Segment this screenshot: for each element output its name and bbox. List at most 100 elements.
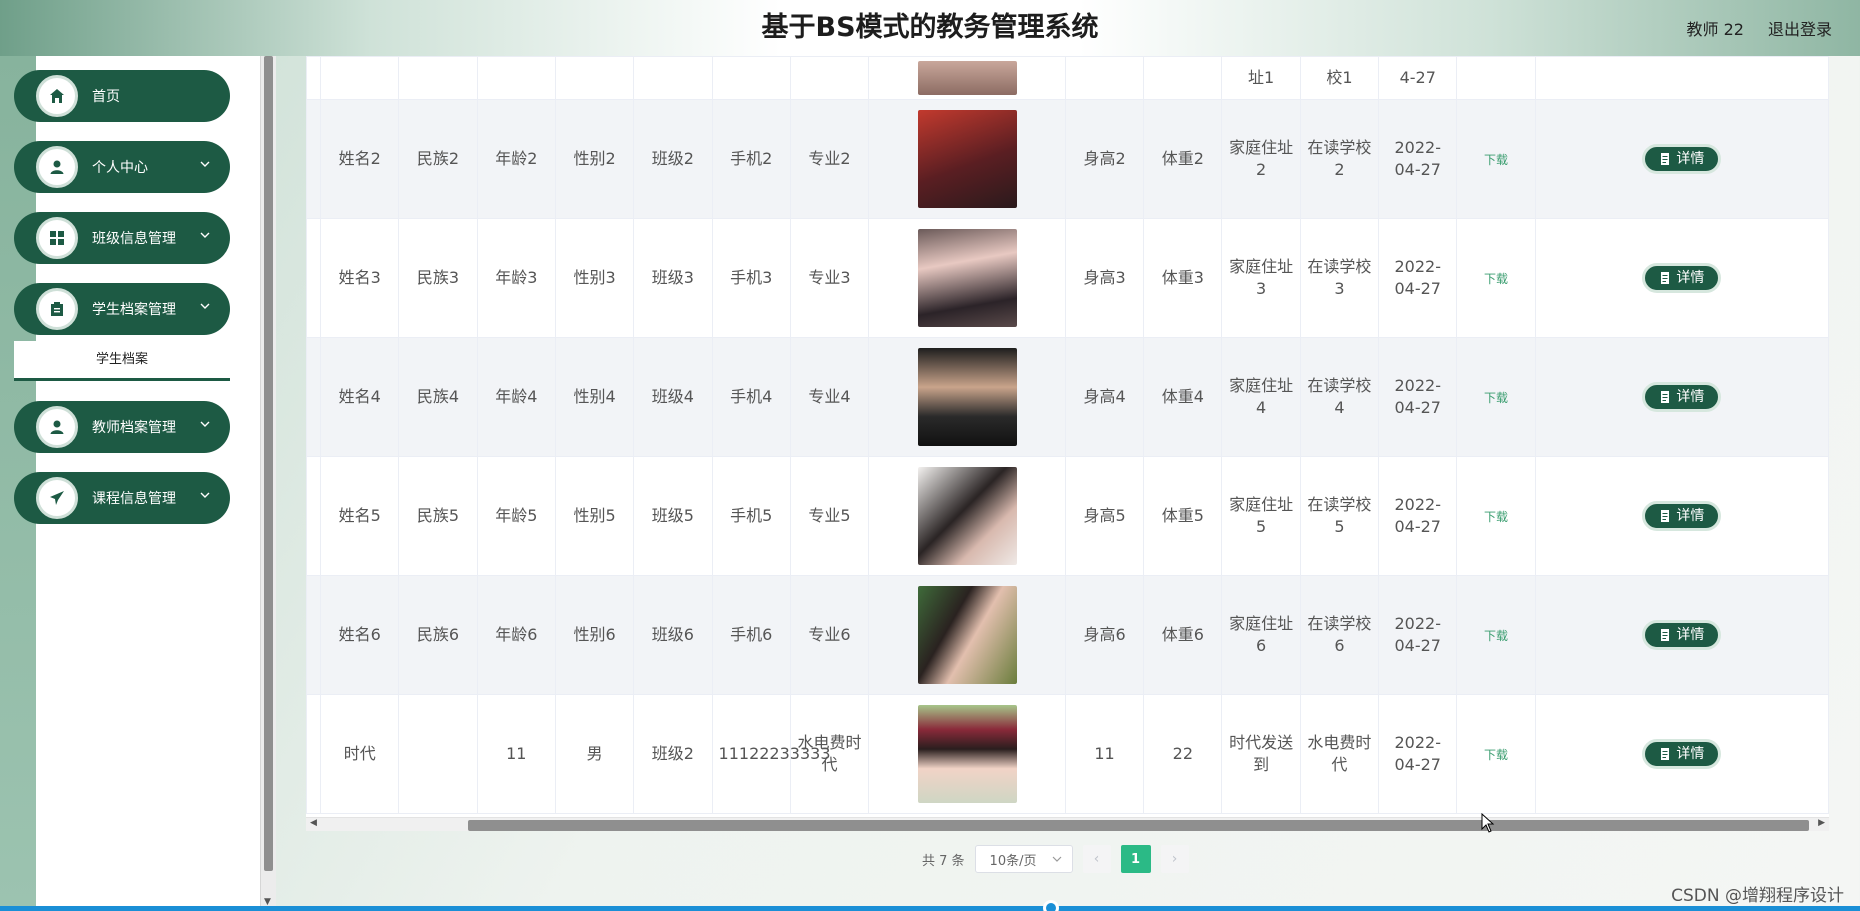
height-cell: 身高6	[1064, 575, 1145, 695]
student-photo	[917, 61, 1017, 95]
student-table: 址1 校1 4-27 姓名2 民族2 年龄2 性别2 班级2 手机2 专业2 身…	[306, 56, 1829, 820]
sidebar-item-class-info[interactable]: 班级信息管理	[14, 212, 230, 264]
detail-button[interactable]: 详情	[1642, 739, 1722, 769]
date-cell: 4-27	[1378, 56, 1458, 100]
gender-cell: 性别2	[554, 99, 635, 219]
phone-cell: 11122233333	[711, 694, 831, 814]
download-link[interactable]: 下载	[1484, 510, 1508, 524]
major-cell: 专业6	[789, 575, 870, 695]
gender-cell: 男	[554, 694, 635, 814]
download-link[interactable]: 下载	[1484, 391, 1508, 405]
phone-cell: 手机4	[711, 337, 791, 457]
document-icon	[1661, 272, 1670, 284]
table-horizontal-scrollbar[interactable]: ◀ ▶	[306, 817, 1829, 831]
phone-cell: 手机5	[711, 456, 791, 576]
chevron-down-icon	[200, 421, 210, 427]
name-cell: 姓名5	[320, 456, 400, 576]
sidebar-subitem-student-records[interactable]: 学生档案	[14, 341, 230, 381]
sidebar-item-teacher-records[interactable]: 教师档案管理	[14, 401, 230, 453]
phone-cell: 手机3	[711, 218, 791, 338]
school-cell: 水电费时代	[1299, 694, 1380, 814]
student-photo	[917, 110, 1017, 208]
school-cell: 在读学校2	[1299, 99, 1380, 219]
download-link[interactable]: 下载	[1484, 629, 1508, 643]
age-cell: 年龄6	[476, 575, 556, 695]
detail-button-label: 详情	[1676, 746, 1705, 762]
school-cell: 校1	[1299, 56, 1380, 100]
person-icon	[36, 406, 78, 448]
gender-cell: 性别6	[554, 575, 635, 695]
sidebar-item-student-records[interactable]: 学生档案管理	[14, 283, 230, 335]
student-photo	[917, 705, 1017, 803]
page-size-select[interactable]: 10条/页	[974, 845, 1073, 873]
ethnic-cell: 民族3	[398, 218, 478, 338]
next-page-button[interactable]: ›	[1160, 845, 1189, 873]
chevron-down-icon	[200, 161, 210, 167]
detail-button[interactable]: 详情	[1642, 620, 1722, 650]
class-cell: 班级4	[633, 337, 713, 457]
date-cell: 2022-04-27	[1378, 694, 1458, 814]
table-scroll-thumb[interactable]	[468, 820, 1809, 831]
home-icon	[36, 75, 78, 117]
detail-button[interactable]: 详情	[1642, 263, 1722, 293]
class-cell: 班级2	[633, 694, 713, 814]
ethnic-cell: 民族6	[398, 575, 478, 695]
sidebar-scrollbar[interactable]: ▼	[260, 56, 276, 911]
page-number-current[interactable]: 1	[1120, 845, 1151, 873]
school-cell: 在读学校3	[1299, 218, 1380, 338]
scroll-right-icon[interactable]: ▶	[1818, 818, 1825, 828]
detail-button-label: 详情	[1676, 508, 1705, 524]
ethnic-cell	[398, 694, 478, 814]
sidebar-item-personal-center[interactable]: 个人中心	[14, 141, 230, 193]
detail-button-label: 详情	[1676, 151, 1705, 167]
student-photo	[917, 229, 1017, 327]
chevron-down-icon	[200, 303, 210, 309]
page-size-value: 10条/页	[989, 853, 1037, 869]
ethnic-cell: 民族5	[398, 456, 478, 576]
class-cell: 班级5	[633, 456, 713, 576]
table-row: 姓名3 民族3 年龄3 性别3 班级3 手机3 专业3 身高3 体重3 家庭住址…	[306, 218, 1829, 338]
date-cell: 2022-04-27	[1378, 456, 1458, 576]
detail-button[interactable]: 详情	[1642, 501, 1722, 531]
sidebar-item-course-info[interactable]: 课程信息管理	[14, 472, 230, 524]
weight-cell: 体重4	[1143, 337, 1223, 457]
clipboard-icon	[36, 288, 78, 330]
sidebar-item-label: 课程信息管理	[92, 491, 176, 507]
table-row: 时代 11 男 班级2 11122233333 水电费时代 11 22 时代发送…	[306, 694, 1829, 814]
class-cell: 班级6	[633, 575, 713, 695]
download-link[interactable]: 下载	[1484, 748, 1508, 762]
detail-button[interactable]: 详情	[1642, 382, 1722, 412]
major-cell: 专业5	[789, 456, 870, 576]
gender-cell: 性别5	[554, 456, 635, 576]
address-cell: 家庭住址3	[1221, 218, 1301, 338]
phone-cell: 手机6	[711, 575, 791, 695]
ethnic-cell: 民族4	[398, 337, 478, 457]
detail-button[interactable]: 详情	[1642, 144, 1722, 174]
name-cell: 姓名3	[320, 218, 400, 338]
table-row: 姓名5 民族5 年龄5 性别5 班级5 手机5 专业5 身高5 体重5 家庭住址…	[306, 456, 1829, 576]
student-photo	[917, 348, 1017, 446]
document-icon	[1661, 391, 1670, 403]
name-cell: 姓名6	[320, 575, 400, 695]
pagination: 共 7 条 10条/页 ‹ 1 ›	[922, 845, 1189, 873]
logout-link[interactable]: 退出登录	[1768, 16, 1832, 40]
sidebar-item-label: 个人中心	[92, 160, 148, 176]
download-link[interactable]: 下载	[1484, 153, 1508, 167]
major-cell: 专业4	[789, 337, 870, 457]
student-photo	[917, 586, 1017, 684]
sidebar-scroll-thumb[interactable]	[264, 56, 273, 871]
gender-cell: 性别3	[554, 218, 635, 338]
age-cell: 年龄3	[476, 218, 556, 338]
name-cell: 时代	[320, 694, 400, 814]
sidebar-item-home[interactable]: 首页	[14, 70, 230, 122]
prev-page-button[interactable]: ‹	[1082, 845, 1111, 873]
grid-icon	[36, 217, 78, 259]
download-link[interactable]: 下载	[1484, 272, 1508, 286]
scroll-left-icon[interactable]: ◀	[310, 818, 317, 828]
sidebar-item-label: 首页	[92, 89, 120, 105]
detail-button-label: 详情	[1676, 389, 1705, 405]
major-cell: 专业2	[789, 99, 870, 219]
weight-cell: 体重2	[1143, 99, 1223, 219]
chevron-down-icon	[200, 232, 210, 238]
progress-handle[interactable]	[1043, 900, 1059, 911]
